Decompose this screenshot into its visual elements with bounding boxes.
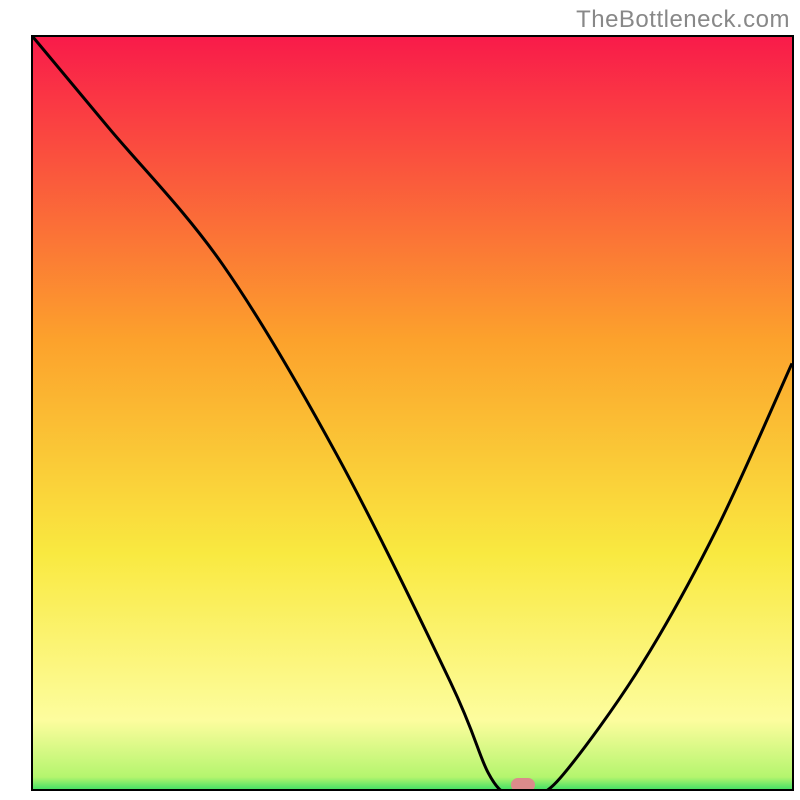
bottleneck-curve [33,37,792,791]
plot-area [31,35,794,791]
chart-container: TheBottleneck.com [0,0,800,800]
optimal-marker [511,778,535,791]
watermark-text: TheBottleneck.com [576,6,790,34]
